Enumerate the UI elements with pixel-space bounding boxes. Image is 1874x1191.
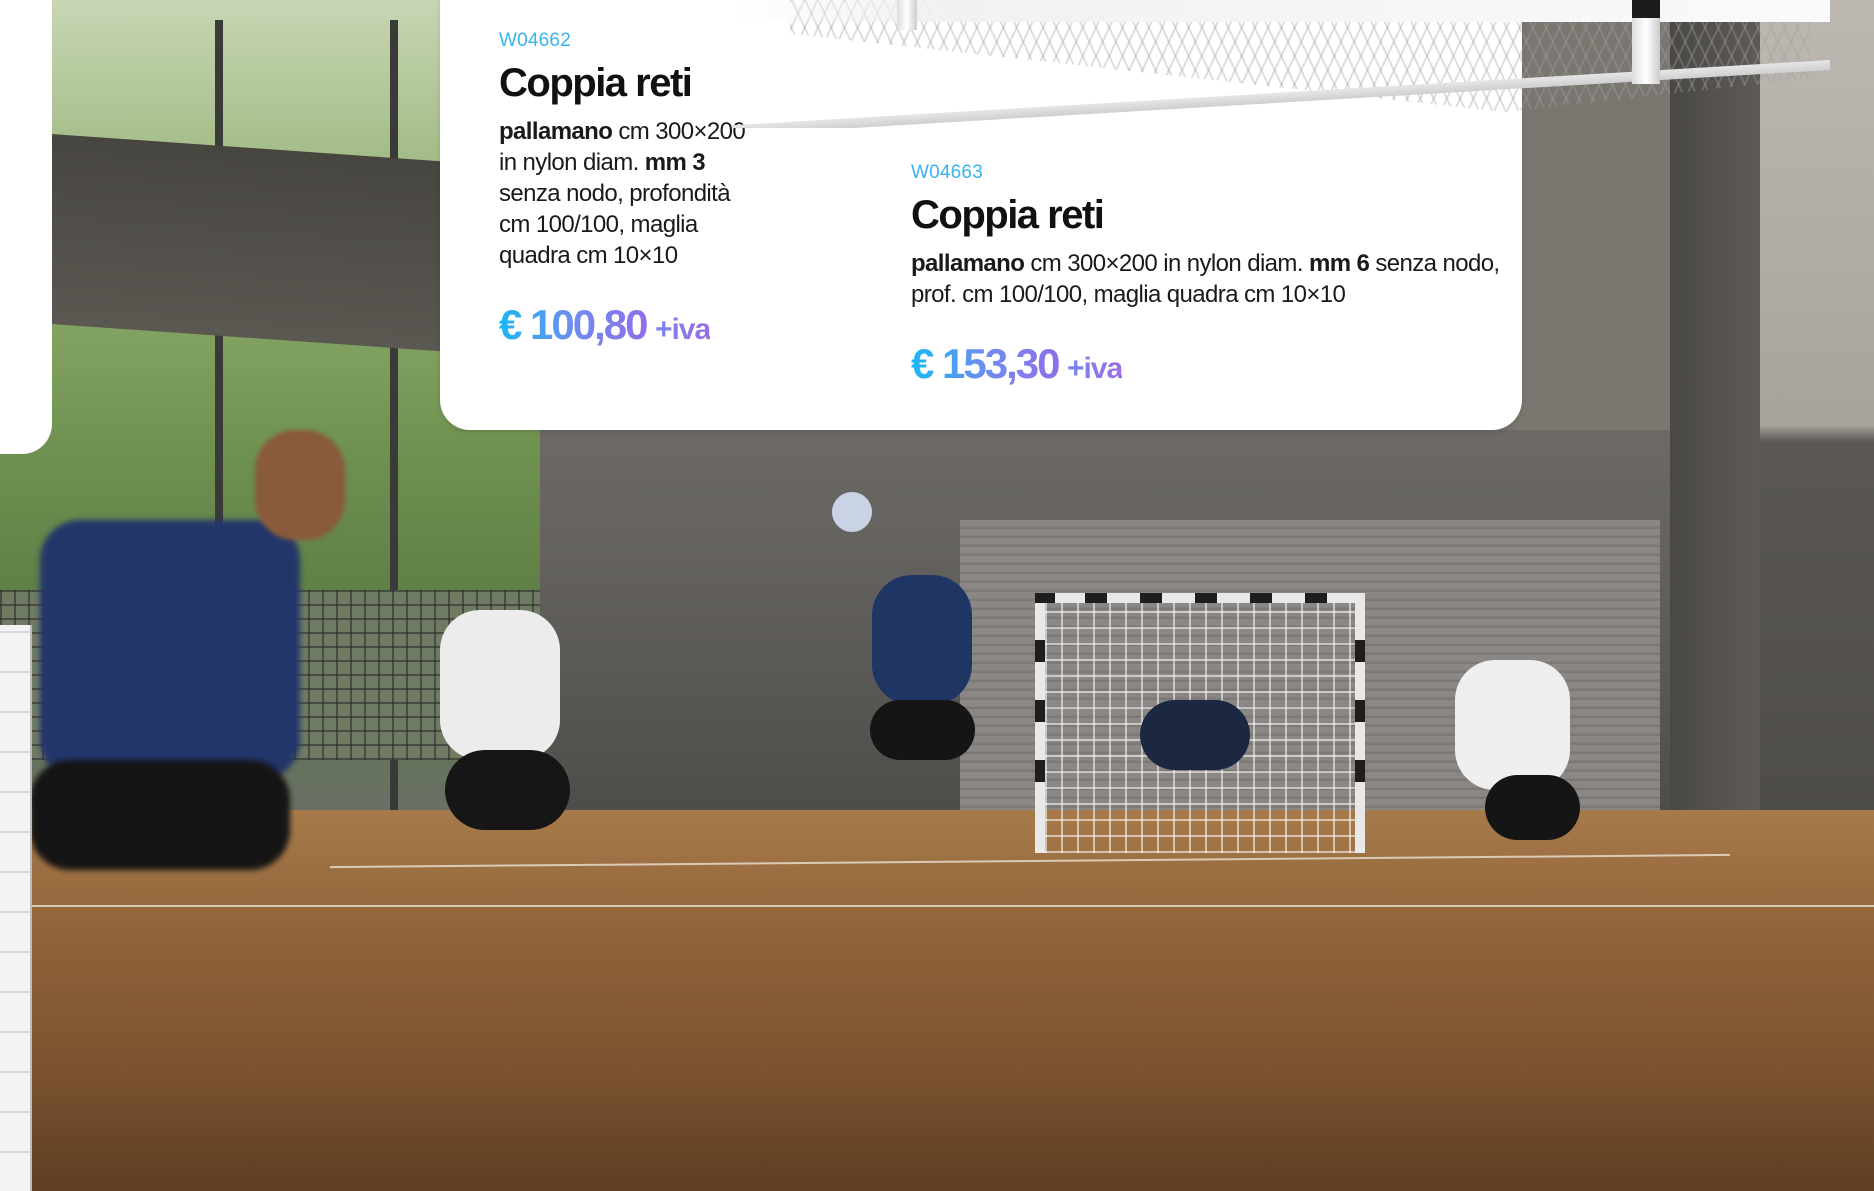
product-code: W04663 [911, 162, 983, 183]
price-vat: +iva [654, 313, 711, 346]
player-white-right-shorts [1485, 775, 1580, 840]
player-white-right [1455, 660, 1570, 790]
product-description: pallamano cm 300×200 in nylon diam. mm 3… [499, 116, 759, 271]
goal-stripe [1195, 593, 1217, 603]
court-line [0, 905, 1874, 907]
product-price: € 153,30 +iva [911, 340, 1501, 388]
product-w04663: W04663 Coppia reti pallamano cm 300×200 … [911, 162, 1501, 388]
desc-text: cm 300×200 in nylon diam. [1024, 250, 1309, 277]
price-vat: +iva [1066, 352, 1123, 385]
player-white-left-shorts [445, 750, 570, 830]
goal-stripe [1035, 760, 1045, 782]
desc-bold: mm 3 [644, 149, 706, 176]
goal-post-stripe [1632, 0, 1660, 18]
goal-post-left-edge [0, 625, 32, 1191]
goal-stripe [1305, 593, 1327, 603]
goal-stripe [1035, 700, 1045, 722]
desc-bold: pallamano [911, 250, 1025, 277]
desc-bold: mm 6 [1308, 250, 1370, 277]
goal-stripe [1355, 760, 1365, 782]
previous-card-edge [0, 0, 52, 454]
player-jumping [872, 575, 972, 705]
product-w04662: W04662 Coppia reti pallamano cm 300×200 … [499, 30, 759, 349]
goal-crossbar [730, 0, 1830, 22]
goal-stripe [1250, 593, 1272, 603]
product-title: Coppia reti [911, 193, 1105, 237]
player-blue-foreground-head [255, 430, 345, 540]
goalkeeper [1140, 700, 1250, 770]
player-jumping-shorts [870, 700, 975, 760]
product-price: € 100,80 +iva [499, 301, 759, 349]
goal-stripe [1140, 593, 1162, 603]
player-blue-foreground [40, 520, 300, 780]
product-photo-goal-net [730, 0, 1874, 128]
handball-ball [832, 492, 872, 532]
product-code: W04662 [499, 30, 571, 51]
wooden-floor [0, 810, 1874, 1191]
player-white-left [440, 610, 560, 760]
desc-bold: pallamano [499, 118, 613, 145]
goal-stripe [1355, 640, 1365, 662]
goal-stripe [1355, 700, 1365, 722]
desc-text: senza nodo, profondità cm 100/100, magli… [499, 180, 731, 269]
product-description: pallamano cm 300×200 in nylon diam. mm 6… [911, 248, 1501, 310]
price-amount: € 153,30 [911, 340, 1060, 387]
price-amount: € 100,80 [499, 301, 648, 348]
goal-stripe [1085, 593, 1107, 603]
player-blue-foreground-shorts [30, 760, 290, 870]
goal-stripe [1035, 593, 1055, 603]
goal-stripe [1035, 640, 1045, 662]
product-title: Coppia reti [499, 61, 693, 105]
goal-post [897, 0, 917, 30]
